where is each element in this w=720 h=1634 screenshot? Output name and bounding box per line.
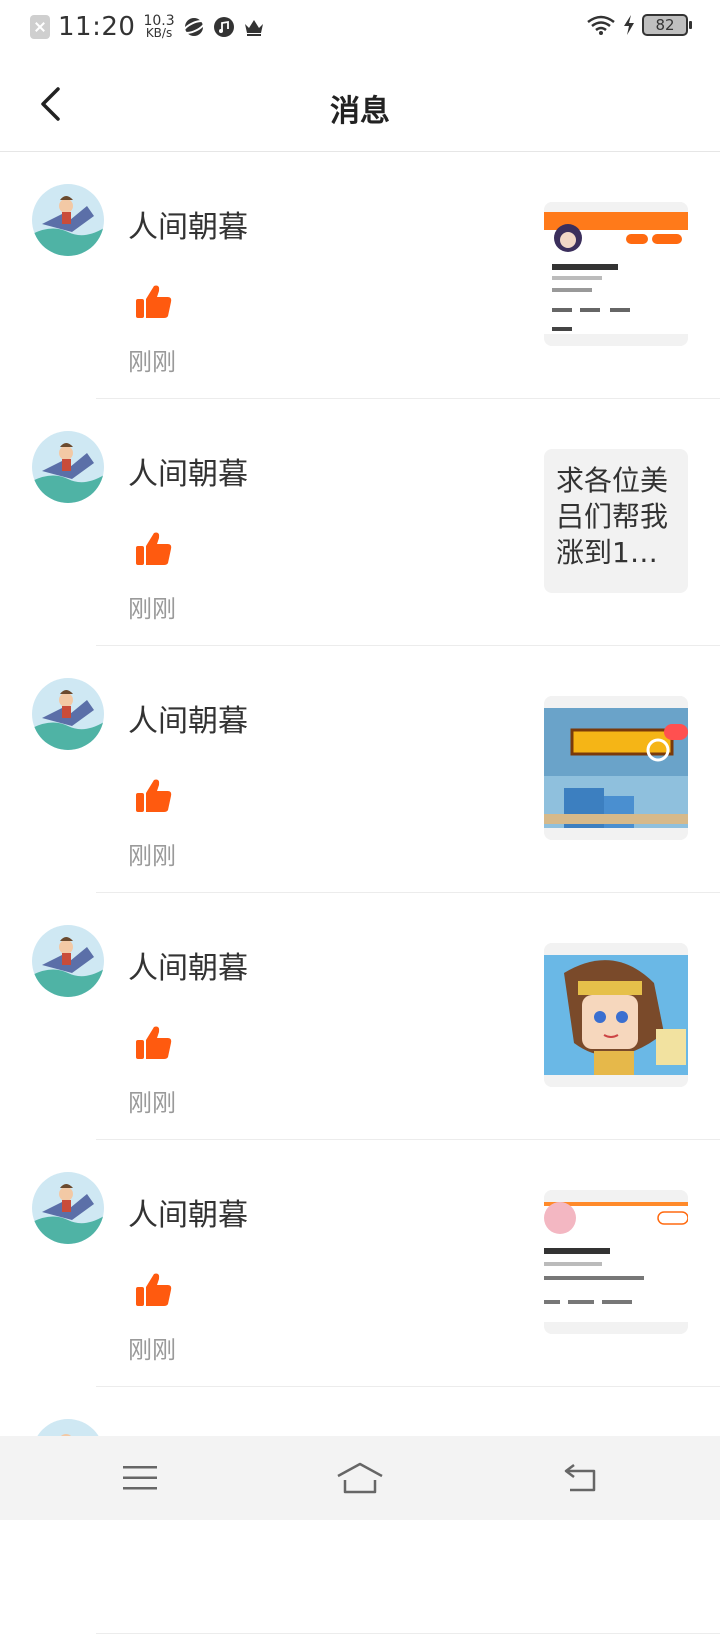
message-time: 刚刚 bbox=[128, 1089, 176, 1117]
status-left: 11:20 10.3 KB/s bbox=[30, 12, 265, 42]
network-speed: 10.3 KB/s bbox=[143, 14, 174, 40]
thumbs-up-icon bbox=[136, 285, 172, 318]
message-list[interactable]: 人间朝暮 刚刚 人间朝暮 刚刚 求各位美吕们帮我涨到1… 人间朝暮 刚刚 人间朝… bbox=[0, 152, 720, 1634]
thumbs-up-icon bbox=[136, 1026, 172, 1059]
sender-name: 人间朝暮 bbox=[128, 1198, 248, 1233]
post-thumbnail[interactable] bbox=[544, 1190, 688, 1334]
list-item[interactable]: 人间朝暮 刚刚 求各位美吕们帮我涨到1… bbox=[0, 399, 720, 646]
header: 消息 bbox=[0, 56, 720, 152]
thumbs-up-icon bbox=[136, 1273, 172, 1306]
post-thumbnail[interactable] bbox=[544, 696, 688, 840]
battery-indicator: 82 bbox=[642, 14, 692, 36]
status-right: 82 bbox=[586, 14, 692, 36]
thumbs-up-icon bbox=[136, 532, 172, 565]
avatar[interactable] bbox=[32, 925, 104, 997]
message-time: 刚刚 bbox=[128, 348, 176, 376]
sender-name: 人间朝暮 bbox=[128, 704, 248, 739]
sender-name: 人间朝暮 bbox=[128, 457, 248, 492]
message-time: 刚刚 bbox=[128, 1336, 176, 1364]
network-speed-unit: KB/s bbox=[145, 26, 173, 40]
battery-level: 82 bbox=[655, 16, 675, 34]
wifi-icon bbox=[587, 15, 615, 35]
crown-icon bbox=[244, 20, 263, 36]
avatar[interactable] bbox=[32, 1172, 104, 1244]
sender-name: 人间朝暮 bbox=[128, 951, 248, 986]
planet-app-icon bbox=[182, 18, 205, 36]
sender-name: 人间朝暮 bbox=[128, 210, 248, 245]
message-time: 刚刚 bbox=[128, 595, 176, 623]
avatar[interactable] bbox=[32, 431, 104, 503]
home-icon bbox=[337, 1462, 383, 1494]
post-excerpt: 求各位美吕们帮我涨到1… bbox=[556, 464, 669, 569]
menu-icon bbox=[123, 1466, 157, 1490]
list-item[interactable]: 人间朝暮 刚刚 bbox=[0, 1140, 720, 1387]
post-thumbnail[interactable] bbox=[544, 202, 688, 346]
avatar[interactable] bbox=[32, 184, 104, 256]
home-button[interactable] bbox=[336, 1454, 384, 1502]
message-time: 刚刚 bbox=[128, 842, 176, 870]
music-app-icon bbox=[213, 17, 234, 37]
status-time: 11:20 bbox=[58, 12, 136, 42]
page-title: 消息 bbox=[330, 94, 390, 129]
list-item[interactable]: 人间朝暮 刚刚 bbox=[0, 152, 720, 399]
back-icon bbox=[564, 1464, 596, 1492]
post-thumbnail[interactable]: 求各位美吕们帮我涨到1… bbox=[544, 449, 688, 593]
avatar[interactable] bbox=[32, 678, 104, 750]
system-nav-bar bbox=[0, 1436, 720, 1520]
post-thumbnail[interactable] bbox=[544, 943, 688, 1087]
charging-icon bbox=[624, 15, 634, 35]
back-nav-button[interactable] bbox=[556, 1454, 604, 1502]
status-bar: 11:20 10.3 KB/s 82 bbox=[0, 0, 720, 56]
menu-button[interactable] bbox=[116, 1454, 164, 1502]
list-item[interactable]: 人间朝暮 刚刚 bbox=[0, 893, 720, 1140]
notification-x-icon bbox=[30, 15, 50, 39]
list-item[interactable]: 人间朝暮 刚刚 bbox=[0, 646, 720, 893]
thumbs-up-icon bbox=[136, 779, 172, 812]
